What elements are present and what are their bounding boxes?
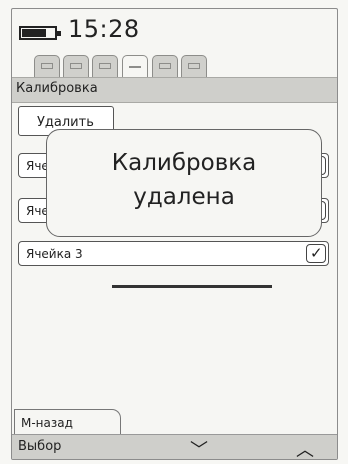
page-title: Калибровка (16, 81, 98, 96)
cell-checkbox-3[interactable]: ✓ (306, 244, 326, 263)
delete-button-label: Удалить (37, 115, 94, 130)
tab-3[interactable] (92, 55, 118, 77)
clock: 15:28 (68, 15, 140, 43)
tab-1[interactable] (34, 55, 60, 77)
notification-popup: Калибровка удалена (46, 129, 322, 237)
tab-2[interactable] (63, 55, 89, 77)
list-divider (112, 285, 272, 288)
back-softkey[interactable]: М-назад (14, 409, 121, 435)
bottom-bar: Выбор ﹀ ︿ (12, 434, 337, 459)
popup-line-1: Калибровка (111, 150, 257, 176)
tab-4[interactable] (122, 55, 148, 77)
select-softkey[interactable]: Выбор (18, 439, 61, 454)
cell-label: Ячейка 3 (26, 247, 83, 261)
title-bar: Калибровка (12, 77, 337, 103)
tab-6[interactable] (181, 55, 207, 77)
tab-2-icon (70, 63, 82, 69)
device-screen: 15:28 Калибровка Удалить Ячейка 1 Ячейка… (11, 8, 338, 460)
tab-5[interactable] (152, 55, 178, 77)
battery-icon (19, 26, 61, 40)
checkmark-icon: ✓ (310, 244, 323, 262)
back-softkey-label: М-назад (21, 416, 73, 430)
tab-5-icon (159, 63, 171, 69)
tab-4-icon (129, 66, 141, 68)
popup-line-2: удалена (133, 184, 235, 210)
tab-1-icon (41, 63, 53, 69)
tab-3-icon (99, 63, 111, 69)
chevron-up-icon[interactable]: ︿ (296, 436, 314, 459)
tab-6-icon (188, 63, 200, 69)
chevron-down-icon[interactable]: ﹀ (190, 436, 208, 459)
cell-row-3[interactable]: Ячейка 3 ✓ (18, 241, 329, 266)
status-bar: 15:28 (12, 9, 337, 51)
